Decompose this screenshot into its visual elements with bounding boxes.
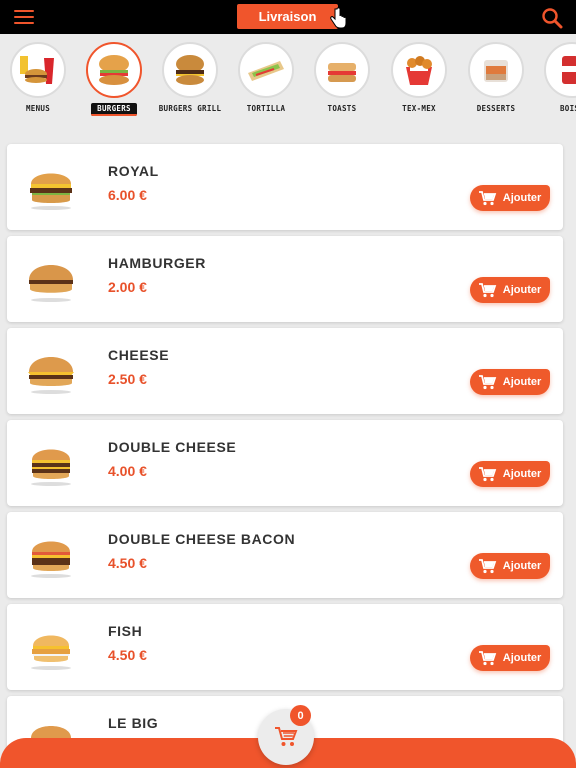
category-burgers-grill[interactable]: BURGERS GRILL (155, 42, 225, 114)
category-label: MENUS (25, 104, 51, 113)
category-burgers[interactable]: BURGERS (79, 42, 149, 116)
category-label: DESSERTS (476, 104, 516, 113)
product-card[interactable]: ROYAL 6.00 € Ajouter (7, 144, 563, 230)
product-card[interactable]: CHEESE 2.50 € Ajouter (7, 328, 563, 414)
category-boissons[interactable]: BOISS (537, 42, 576, 114)
product-name: ROYAL (108, 163, 159, 179)
product-name: CHEESE (108, 347, 170, 363)
category-tex-mex[interactable]: TEX-MEX (384, 42, 454, 114)
cart-icon (478, 650, 496, 665)
add-button-label: Ajouter (502, 192, 542, 204)
category-bar: MENUS BURGERS BURGERS GRILL TORTILLA TOA… (0, 34, 576, 132)
pointer-hand-icon (330, 7, 347, 29)
tex-mex-thumbnail (391, 42, 447, 98)
category-tortilla[interactable]: TORTILLA (231, 42, 301, 114)
product-price: 4.00 € (108, 463, 147, 479)
cart-icon (478, 466, 496, 481)
category-menus[interactable]: MENUS (3, 42, 73, 114)
product-name: DOUBLE CHEESE (108, 439, 237, 455)
category-toasts[interactable]: TOASTS (307, 42, 377, 114)
burgers-thumbnail (86, 42, 142, 98)
product-price: 2.00 € (108, 279, 147, 295)
category-label: BOISS (559, 104, 576, 113)
product-card[interactable]: DOUBLE CHEESE BACON 4.50 € Ajouter (7, 512, 563, 598)
category-label: TOASTS (327, 104, 357, 113)
product-name: DOUBLE CHEESE BACON (108, 531, 296, 547)
search-icon[interactable] (541, 7, 563, 29)
add-button-label: Ajouter (502, 652, 542, 664)
product-name: FISH (108, 623, 143, 639)
hamburger-image (29, 265, 73, 302)
delivery-mode-label: Livraison (258, 9, 317, 24)
category-label: TEX-MEX (402, 104, 436, 113)
add-to-cart-button[interactable]: Ajouter (470, 185, 550, 211)
cart-icon (275, 727, 298, 746)
double-cheese-bacon-image (31, 541, 71, 578)
product-card[interactable]: FISH 4.50 € Ajouter (7, 604, 563, 690)
royal-burger-image (30, 173, 72, 210)
cart-icon (478, 374, 496, 389)
add-to-cart-button[interactable]: Ajouter (470, 369, 550, 395)
product-price: 2.50 € (108, 371, 147, 387)
add-button-label: Ajouter (502, 468, 542, 480)
boissons-thumbnail (544, 42, 576, 98)
desserts-thumbnail (468, 42, 524, 98)
fish-burger-image (31, 635, 71, 670)
add-to-cart-button[interactable]: Ajouter (470, 461, 550, 487)
menus-thumbnail (10, 42, 66, 98)
add-button-label: Ajouter (502, 376, 542, 388)
product-list: ROYAL 6.00 € Ajouter HAMBURGER 2.00 € Aj… (0, 132, 576, 768)
add-to-cart-button[interactable]: Ajouter (470, 277, 550, 303)
cart-icon (478, 190, 496, 205)
burgers-grill-thumbnail (162, 42, 218, 98)
add-button-label: Ajouter (502, 560, 542, 572)
add-to-cart-button[interactable]: Ajouter (470, 645, 550, 671)
hamburger-menu-icon[interactable] (14, 10, 34, 24)
product-price: 4.50 € (108, 555, 147, 571)
cart-count-badge: 0 (290, 705, 311, 726)
delivery-mode-button[interactable]: Livraison (237, 4, 338, 29)
product-price: 4.50 € (108, 647, 147, 663)
cheese-burger-image (28, 357, 74, 394)
category-label: BURGERS (79, 103, 149, 116)
tortilla-thumbnail (238, 42, 294, 98)
product-card[interactable]: HAMBURGER 2.00 € Ajouter (7, 236, 563, 322)
product-name: HAMBURGER (108, 255, 206, 271)
product-card[interactable]: DOUBLE CHEESE 4.00 € Ajouter (7, 420, 563, 506)
add-to-cart-button[interactable]: Ajouter (470, 553, 550, 579)
cart-icon (478, 558, 496, 573)
category-desserts[interactable]: DESSERTS (461, 42, 531, 114)
product-name: LE BIG (108, 715, 159, 731)
top-bar: Livraison (0, 0, 576, 34)
category-label: BURGERS GRILL (158, 104, 222, 113)
category-label: TORTILLA (246, 104, 286, 113)
toasts-thumbnail (314, 42, 370, 98)
double-cheese-image (31, 449, 71, 486)
product-price: 6.00 € (108, 187, 147, 203)
add-button-label: Ajouter (502, 284, 542, 296)
cart-icon (478, 282, 496, 297)
